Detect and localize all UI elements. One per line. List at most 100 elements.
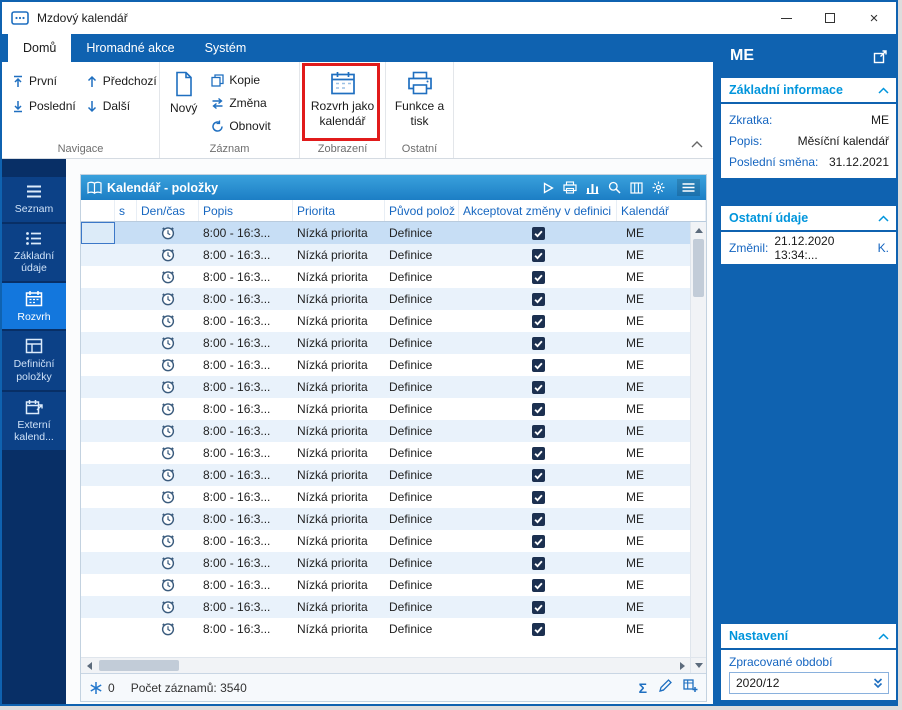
row-selector-cell[interactable]: [81, 530, 115, 552]
edit-button[interactable]: [658, 679, 672, 696]
column-header-popis[interactable]: Popis: [199, 200, 293, 221]
row-selector-cell[interactable]: [81, 552, 115, 574]
row-selector-cell[interactable]: [81, 420, 115, 442]
section-header-zakladni-informace[interactable]: Základní informace: [721, 78, 896, 102]
row-selector-cell[interactable]: [81, 398, 115, 420]
vertical-scroll-thumb[interactable]: [693, 239, 704, 297]
column-header-den-cas[interactable]: Den/čas: [137, 200, 199, 221]
new-button[interactable]: Nový: [166, 66, 201, 134]
checkbox-checked[interactable]: [531, 314, 545, 328]
checkbox-checked[interactable]: [531, 600, 545, 614]
tab-system[interactable]: Systém: [190, 34, 262, 62]
checkbox-checked[interactable]: [531, 292, 545, 306]
popout-button[interactable]: [873, 49, 888, 69]
rozvrh-jako-kalendar-button[interactable]: Rozvrh jako kalendář: [300, 66, 385, 129]
table-row[interactable]: 8:00 - 16:3... Nízká priorita Definice M…: [81, 354, 690, 376]
settings-button[interactable]: [652, 181, 665, 194]
table-row[interactable]: 8:00 - 16:3... Nízká priorita Definice M…: [81, 310, 690, 332]
row-selector-cell[interactable]: [81, 574, 115, 596]
checkbox-checked[interactable]: [531, 622, 545, 636]
table-row[interactable]: 8:00 - 16:3... Nízká priorita Definice M…: [81, 398, 690, 420]
row-selector-cell[interactable]: [81, 288, 115, 310]
close-button[interactable]: ×: [852, 2, 896, 34]
checkbox-checked[interactable]: [531, 226, 545, 240]
funkce-a-tisk-button[interactable]: Funkce a tisk: [386, 66, 453, 129]
checkbox-checked[interactable]: [531, 380, 545, 394]
table-row[interactable]: 8:00 - 16:3... Nízká priorita Definice M…: [81, 486, 690, 508]
combo-dropdown-button[interactable]: [868, 673, 888, 693]
table-row[interactable]: 8:00 - 16:3... Nízká priorita Definice M…: [81, 442, 690, 464]
period-combobox[interactable]: 2020/12: [729, 672, 889, 694]
checkbox-checked[interactable]: [531, 512, 545, 526]
copy-button[interactable]: Kopie: [207, 72, 274, 88]
field-extra[interactable]: K.: [878, 241, 889, 255]
row-selector-cell[interactable]: [81, 464, 115, 486]
table-row[interactable]: 8:00 - 16:3... Nízká priorita Definice M…: [81, 464, 690, 486]
print-button[interactable]: [563, 181, 577, 194]
sum-button[interactable]: Σ: [639, 680, 647, 696]
column-header-priorita[interactable]: Priorita: [293, 200, 385, 221]
first-button[interactable]: První: [8, 73, 80, 89]
row-selector-cell[interactable]: [81, 442, 115, 464]
search-button[interactable]: [608, 181, 621, 194]
refresh-button[interactable]: Obnovit: [207, 118, 274, 134]
section-header-nastaveni[interactable]: Nastavení: [721, 624, 896, 648]
sidebar-item-seznam[interactable]: Seznam: [2, 177, 66, 222]
column-header-puvod[interactable]: Původ polož: [385, 200, 459, 221]
last-button[interactable]: Poslední: [8, 98, 80, 114]
scroll-up-button[interactable]: [691, 222, 706, 238]
column-header-kalendar[interactable]: Kalendář: [617, 200, 706, 221]
horizontal-scroll-thumb[interactable]: [99, 660, 179, 671]
row-selector-cell[interactable]: [81, 376, 115, 398]
table-row[interactable]: 8:00 - 16:3... Nízká priorita Definice M…: [81, 552, 690, 574]
checkbox-checked[interactable]: [531, 358, 545, 372]
row-selector-cell[interactable]: [81, 222, 115, 244]
row-selector-cell[interactable]: [81, 310, 115, 332]
checkbox-checked[interactable]: [531, 402, 545, 416]
previous-button[interactable]: Předchozí: [82, 73, 161, 89]
row-selector-cell[interactable]: [81, 332, 115, 354]
tab-domu[interactable]: Domů: [8, 34, 72, 62]
tab-hromadne-akce[interactable]: Hromadné akce: [71, 34, 189, 62]
checkbox-checked[interactable]: [531, 336, 545, 350]
add-view-button[interactable]: [683, 679, 698, 696]
table-row[interactable]: 8:00 - 16:3... Nízká priorita Definice M…: [81, 376, 690, 398]
checkbox-checked[interactable]: [531, 424, 545, 438]
sidebar-item-definicni-polozky[interactable]: Definiční položky: [2, 331, 66, 390]
columns-button[interactable]: [630, 181, 643, 194]
checkbox-checked[interactable]: [531, 578, 545, 592]
horizontal-scrollbar[interactable]: [81, 657, 706, 673]
run-button[interactable]: [543, 181, 554, 194]
table-row[interactable]: 8:00 - 16:3... Nízká priorita Definice M…: [81, 420, 690, 442]
table-row[interactable]: 8:00 - 16:3... Nízká priorita Definice M…: [81, 574, 690, 596]
horizontal-scroll-track[interactable]: [97, 658, 674, 673]
sidebar-item-rozvrh[interactable]: Rozvrh: [2, 282, 66, 330]
row-selector-cell[interactable]: [81, 618, 115, 640]
checkbox-checked[interactable]: [531, 446, 545, 460]
chart-button[interactable]: [586, 182, 599, 194]
maximize-button[interactable]: [808, 2, 852, 34]
table-row[interactable]: 8:00 - 16:3... Nízká priorita Definice M…: [81, 618, 690, 640]
minimize-button[interactable]: [764, 2, 808, 34]
column-header-selector[interactable]: [81, 200, 115, 221]
checkbox-checked[interactable]: [531, 248, 545, 262]
panel-menu-button[interactable]: [677, 179, 700, 196]
column-header-akceptovat[interactable]: Akceptovat změny v definici: [459, 200, 617, 221]
column-header-s[interactable]: s: [115, 200, 137, 221]
table-row[interactable]: 8:00 - 16:3... Nízká priorita Definice M…: [81, 332, 690, 354]
checkbox-checked[interactable]: [531, 556, 545, 570]
table-row[interactable]: 8:00 - 16:3... Nízká priorita Definice M…: [81, 596, 690, 618]
ribbon-collapse-button[interactable]: [691, 135, 703, 153]
row-selector-cell[interactable]: [81, 486, 115, 508]
vertical-scrollbar[interactable]: [690, 222, 706, 657]
change-button[interactable]: Změna: [207, 95, 274, 111]
table-row[interactable]: 8:00 - 16:3... Nízká priorita Definice M…: [81, 222, 690, 244]
table-row[interactable]: 8:00 - 16:3... Nízká priorita Definice M…: [81, 266, 690, 288]
sidebar-item-zakladni-udaje[interactable]: Základní údaje: [2, 223, 66, 281]
scroll-left-button[interactable]: [81, 658, 97, 673]
table-row[interactable]: 8:00 - 16:3... Nízká priorita Definice M…: [81, 530, 690, 552]
row-selector-cell[interactable]: [81, 244, 115, 266]
table-row[interactable]: 8:00 - 16:3... Nízká priorita Definice M…: [81, 508, 690, 530]
sidebar-item-externi-kalendar[interactable]: Externí kalend...: [2, 391, 66, 450]
checkbox-checked[interactable]: [531, 270, 545, 284]
